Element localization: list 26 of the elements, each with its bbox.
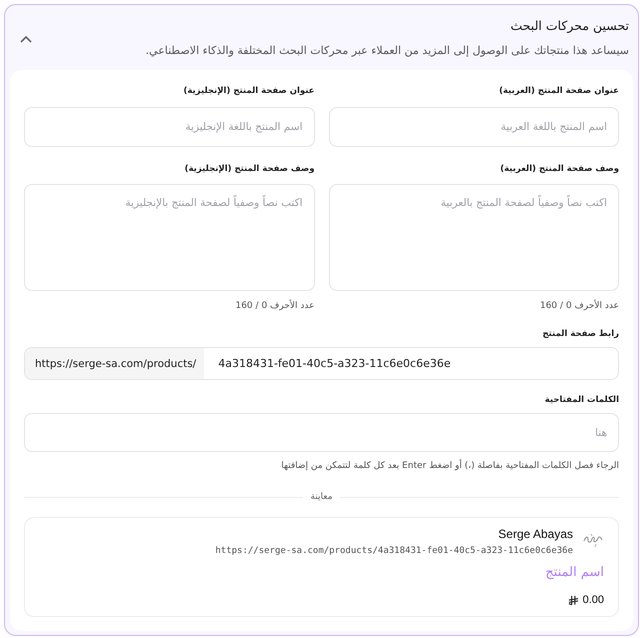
field-label: عنوان صفحة المنتج (الإنجليزية) (183, 85, 314, 98)
field-label: رابط صفحة المنتج (542, 328, 619, 341)
input-field[interactable]: اسم المنتج باللغة العربية (328, 107, 619, 147)
url-prefix: https://serge-sa.com/products/ (25, 348, 204, 379)
textarea-field[interactable]: اكتب نصاً وصفياً لصفحة المنتج بالإنجليزية (24, 184, 314, 291)
textarea-field[interactable]: اكتب نصاً وصفياً لصفحة المنتج بالعربية (328, 184, 619, 291)
preview-url: https://serge-sa.com/products/4a318431-fe01-40c5-a323-11c6e0c6e36e (215, 545, 573, 557)
character-counter: عدد الأحرف 0 / 160 (235, 299, 314, 313)
section-description: سيساعد هذا منتجاتك على الوصول إلى المزيد من العملاء عبر محركات البحث المختلفة والذكاء الاصطناعي. (146, 43, 629, 59)
price-text: 0.00 (582, 593, 604, 608)
currency-icon (568, 595, 579, 606)
product-name: اسم المنتج (545, 564, 604, 582)
field-label: الكلمات المفتاحية (544, 394, 619, 407)
helper-text: الرجاء فصل الكلمات المفتاحية بفاصلة (،) أو اضغط Enter بعد كل كلمة لتتمكن من إضافتها (281, 459, 619, 473)
field-label: عنوان صفحة المنتج (العربية) (499, 85, 619, 98)
input-field[interactable]: اسم المنتج باللغة الإنجليزية (24, 107, 314, 147)
section-title: تحسين محركات البحث (510, 18, 629, 34)
field-label: وصف صفحة المنتج (الإنجليزية) (184, 163, 314, 176)
collapse-button[interactable] (19, 34, 33, 44)
preview-label: معاينة (310, 491, 332, 504)
chevron-up-icon (20, 34, 32, 42)
character-counter: عدد الأحرف 0 / 160 (540, 299, 619, 313)
store-name: Serge Abayas (498, 527, 573, 542)
url-field[interactable]: https://serge-sa.com/products/ 4a318431-fe01-40c5-a323-11c6e0c6e36e (24, 347, 619, 380)
field-label: وصف صفحة المنتج (العربية) (500, 163, 619, 176)
keywords-field[interactable]: هنا (24, 413, 619, 452)
